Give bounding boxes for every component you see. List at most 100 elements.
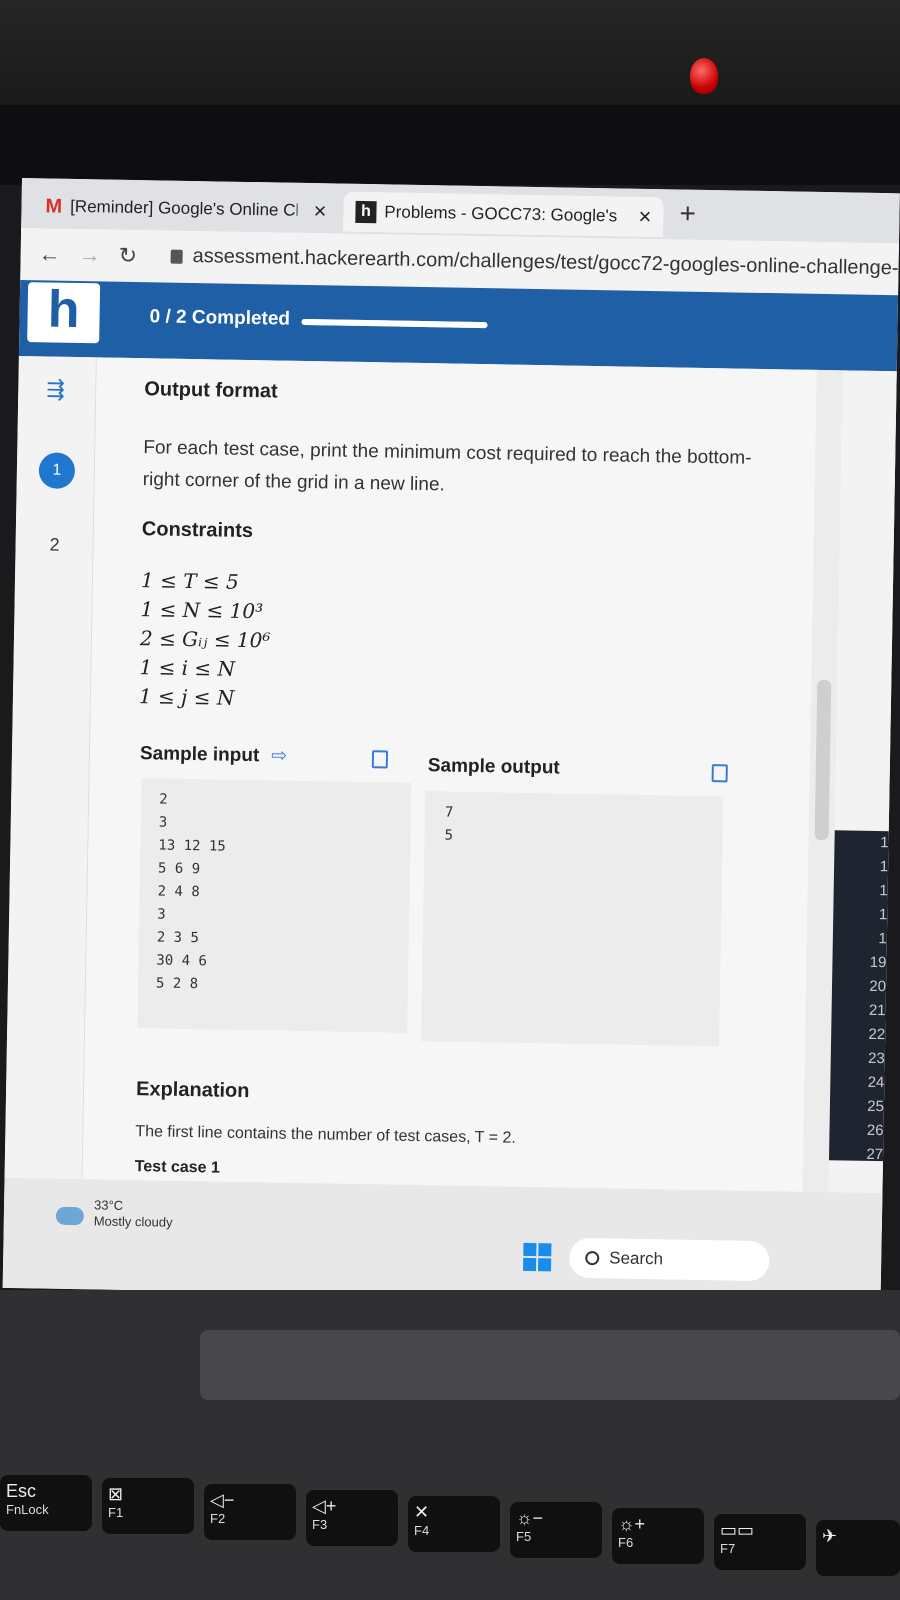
sample-input-label: Sample input (139, 742, 260, 766)
line-number: 19 (869, 953, 887, 972)
progress-fill (301, 318, 488, 329)
laptop-screen: M [Reminder] Google's Online Chal × h Pr… (2, 178, 900, 1304)
search-label: Search (609, 1248, 664, 1269)
search-icon (585, 1250, 600, 1266)
line-number: 1 (879, 858, 889, 876)
mic-mute-icon: ⊠ (108, 1484, 124, 1504)
brightness-down-icon: ☼− (516, 1508, 544, 1528)
constraints-list: 1 ≤ T ≤ 5 1 ≤ N ≤ 10³ 2 ≤ Gᵢⱼ ≤ 10⁶ 1 ≤ … (139, 566, 272, 713)
constraint-item: 1 ≤ N ≤ 10³ (140, 597, 264, 624)
code-line: 5 2 8 (155, 975, 199, 993)
constraint-item: 1 ≤ j ≤ N (138, 684, 235, 710)
line-number: 20 (869, 977, 887, 996)
line-number-gutter: 1 1 1 1 1 19 20 21 22 23 24 25 26 27 (828, 830, 895, 1163)
hackerearth-icon: h (355, 200, 377, 224)
laptop-hinge (200, 1330, 900, 1400)
explanation-text: The first line contains the number of te… (135, 1123, 516, 1147)
esc-key-label: Esc (6, 1481, 37, 1501)
copy-output-icon[interactable] (711, 764, 728, 783)
tab-label: [Reminder] Google's Online Chal (70, 196, 298, 221)
volume-up-icon: ◁+ (312, 1496, 337, 1516)
temperature: 33°C (93, 1197, 124, 1213)
tab-label: Problems - GOCC73: Google's O (384, 202, 623, 226)
brightness-up-icon: ☼+ (618, 1514, 646, 1534)
esc-key[interactable]: Esc FnLock (0, 1475, 92, 1531)
new-tab-button[interactable]: + (679, 197, 696, 229)
open-external-icon[interactable]: ⇨ (271, 744, 287, 767)
taskbar-search[interactable]: Search (568, 1237, 770, 1282)
f2-key[interactable]: ◁− F2 (204, 1484, 296, 1540)
test-case-heading: Test case 1 (134, 1158, 220, 1177)
reload-icon[interactable]: ↻ (118, 243, 137, 269)
f7-label: F7 (720, 1541, 736, 1556)
line-number: 1 (880, 834, 889, 852)
red-pushpin (690, 58, 718, 94)
f5-key[interactable]: ☼− F5 (510, 1502, 602, 1558)
line-number: 23 (867, 1049, 885, 1068)
f6-key[interactable]: ☼+ F6 (612, 1508, 704, 1564)
constraints-heading: Constraints (141, 518, 254, 543)
f8-key[interactable]: ✈ (816, 1520, 900, 1576)
f3-key[interactable]: ◁+ F3 (306, 1490, 398, 1546)
line-number: 25 (867, 1097, 885, 1116)
collapse-menu-icon[interactable]: ⇶ (46, 376, 65, 402)
sample-output-heading: Sample output (428, 755, 560, 779)
sample-input-box[interactable]: 2 3 13 12 15 5 6 9 2 4 8 3 2 3 5 30 4 6 … (137, 778, 412, 1033)
sample-output-label: Sample output (427, 755, 560, 779)
problem-statement: Output format For each test case, print … (81, 357, 817, 1230)
line-number: 24 (867, 1073, 885, 1092)
lock-icon (170, 249, 183, 264)
constraint-item: 2 ≤ Gᵢⱼ ≤ 10⁶ (139, 626, 271, 653)
cloud-icon (55, 1206, 85, 1226)
back-arrow-icon[interactable]: ← (38, 241, 60, 267)
airplane-mode-icon: ✈ (822, 1526, 838, 1546)
forward-arrow-icon[interactable]: → (78, 242, 100, 268)
line-number: 1 (878, 906, 888, 924)
windows-start-icon[interactable] (523, 1242, 552, 1272)
f1-key[interactable]: ⊠ F1 (102, 1478, 194, 1534)
tab-gmail-reminder[interactable]: M [Reminder] Google's Online Chal × (33, 186, 339, 231)
line-number: 26 (866, 1121, 884, 1140)
close-tab-icon[interactable]: × (638, 204, 651, 230)
sample-output-box[interactable]: 7 5 (420, 791, 724, 1047)
gmail-icon: M (45, 194, 63, 218)
f1-label: F1 (108, 1505, 124, 1520)
f4-key[interactable]: ✕ F4 (408, 1496, 500, 1552)
question-2-button[interactable]: 2 (49, 535, 59, 556)
line-number: 21 (868, 1001, 886, 1020)
line-number: 1 (879, 882, 888, 900)
completion-status: 0 / 2 Completed (149, 306, 291, 330)
output-format-heading: Output format (144, 378, 278, 403)
fnlock-label: FnLock (6, 1502, 49, 1517)
windows-taskbar: 33°C Mostly cloudy Search (2, 1177, 883, 1304)
f4-label: F4 (414, 1523, 430, 1538)
code-line: 5 (444, 827, 454, 844)
f7-key[interactable]: ▭▭ F7 (714, 1514, 806, 1570)
output-format-text: For each test case, print the minimum co… (142, 437, 752, 496)
constraint-item: 1 ≤ i ≤ N (139, 655, 236, 681)
constraint-item: 1 ≤ T ≤ 5 (140, 568, 239, 594)
sample-input-heading: Sample input ⇨ (140, 742, 288, 768)
question-rail: ⇶ 1 2 (3, 355, 97, 1218)
hackerearth-logo[interactable]: h (27, 280, 101, 344)
f5-label: F5 (516, 1529, 532, 1544)
weather-condition: Mostly cloudy (93, 1213, 173, 1230)
line-number: 22 (868, 1025, 886, 1044)
question-1-button[interactable]: 1 (38, 452, 76, 489)
close-tab-icon[interactable]: × (313, 198, 326, 224)
line-number: 27 (866, 1145, 884, 1164)
f3-label: F3 (312, 1517, 328, 1532)
url-field[interactable]: assessment.hackerearth.com/challenges/te… (170, 244, 900, 281)
scrollbar-thumb[interactable] (814, 679, 832, 841)
tab-problems[interactable]: h Problems - GOCC73: Google's O × (343, 191, 664, 238)
copy-input-icon[interactable] (371, 750, 389, 769)
progress-bar (301, 318, 488, 329)
mute-icon: ✕ (414, 1502, 430, 1522)
volume-down-icon: ◁− (210, 1490, 235, 1510)
display-switch-icon: ▭▭ (720, 1520, 755, 1540)
explanation-heading: Explanation (135, 1078, 250, 1103)
code-line: 2 4 8 (157, 883, 200, 901)
url-text: assessment.hackerearth.com/challenges/te… (192, 244, 900, 280)
weather-widget[interactable]: 33°C Mostly cloudy (55, 1197, 173, 1231)
f6-label: F6 (618, 1535, 634, 1550)
